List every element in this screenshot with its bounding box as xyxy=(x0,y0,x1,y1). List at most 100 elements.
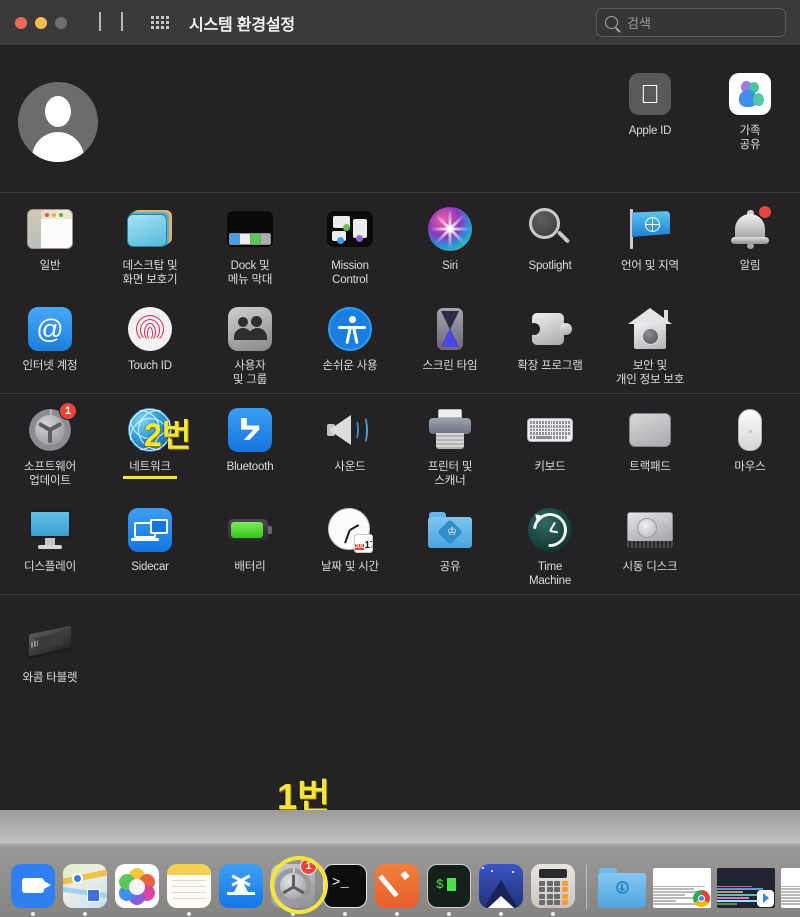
sharing-icon: ♔ xyxy=(428,512,472,548)
pref-label: 트랙패드 xyxy=(629,461,671,473)
display-icon xyxy=(27,510,73,550)
vscode-window-thumb xyxy=(717,867,775,908)
pref-label: 보안 및 개인 정보 보호 xyxy=(615,360,685,386)
pref-users-groups[interactable]: 사용자 및 그룹 xyxy=(200,293,300,393)
dock-item-downloads-folder[interactable] xyxy=(595,858,649,916)
pref-sharing[interactable]: ♔ 공유 xyxy=(400,494,500,594)
pref-dock-menubar[interactable]: Dock 및 메뉴 막대 xyxy=(200,193,300,293)
system-row-2: @ 인터넷 계정 Touch ID 사용자 및 그룹 손쉬운 사용 스크린 타임… xyxy=(0,293,800,393)
pref-software-update[interactable]: 1 소프트웨어 업데이트 xyxy=(0,394,100,494)
pref-keyboard[interactable]: 키보드 xyxy=(500,394,600,494)
pref-siri[interactable]: Siri xyxy=(400,193,500,293)
running-dot xyxy=(744,912,748,916)
pref-label: Touch ID xyxy=(128,360,172,372)
dock-item-chrome-window-2[interactable] xyxy=(779,858,800,916)
mission-control-icon xyxy=(327,211,373,247)
pref-label: Sidecar xyxy=(131,561,169,573)
pref-label: 손쉬운 사용 xyxy=(322,360,378,372)
pref-time-machine[interactable]: Time Machine xyxy=(500,494,600,594)
dock-item-iterm[interactable]: $ xyxy=(424,858,474,916)
running-dot xyxy=(551,911,555,916)
dock-item-sourcetree[interactable] xyxy=(476,858,526,916)
running-dot xyxy=(395,911,399,916)
pref-battery[interactable]: 배터리 xyxy=(200,494,300,594)
pref-bluetooth[interactable]: ᔭ Bluetooth xyxy=(200,394,300,494)
running-dot xyxy=(31,911,35,916)
printers-scanners-icon xyxy=(427,409,473,451)
pref-family-sharing[interactable]: 가족 공유 xyxy=(700,68,800,152)
dock-item-zoom[interactable] xyxy=(8,858,58,916)
dock-item-system-preferences[interactable]: 1 xyxy=(268,855,328,916)
third-party-row: 와콤 타블렛 xyxy=(0,595,800,692)
spotlight-icon xyxy=(528,207,572,251)
pref-date-time[interactable]: JUL17 날짜 및 시간 xyxy=(300,494,400,594)
pref-mission-control[interactable]: Mission Control xyxy=(300,193,400,293)
pref-sidecar[interactable]: Sidecar xyxy=(100,494,200,594)
dock-item-calculator[interactable] xyxy=(528,858,578,916)
dock-item-terminal[interactable]: >_ xyxy=(320,858,370,916)
zoom-button[interactable] xyxy=(55,16,67,29)
close-button[interactable] xyxy=(15,16,27,29)
wacom-tablet-icon xyxy=(27,624,73,658)
pref-extensions[interactable]: 확장 프로그램 xyxy=(500,293,600,393)
pref-internet-accounts[interactable]: @ 인터넷 계정 xyxy=(0,293,100,393)
dock-item-maps[interactable] xyxy=(60,858,110,916)
pref-accessibility[interactable]: 손쉬운 사용 xyxy=(300,293,400,393)
internet-accounts-icon: @ xyxy=(28,307,72,351)
pref-display[interactable]: 디스플레이 xyxy=(0,494,100,594)
pref-apple-id[interactable]:  Apple ID xyxy=(600,68,700,152)
pref-mouse[interactable]: 마우스 xyxy=(700,394,800,494)
pref-trackpad[interactable]: 트랙패드 xyxy=(600,394,700,494)
language-region-icon xyxy=(627,209,673,249)
dock-item-script-editor[interactable] xyxy=(372,858,422,916)
window-titlebar: 시스템 환경설정 검색 xyxy=(0,0,800,46)
dock-item-photos[interactable] xyxy=(112,858,162,916)
show-all-grid-icon[interactable] xyxy=(151,16,169,29)
system-section: 일반 데스크탑 및 화면 보호기 Dock 및 메뉴 막대 Mission Co… xyxy=(0,192,800,393)
forward-button[interactable] xyxy=(121,11,123,32)
pref-label: 프린터 및 스캐너 xyxy=(427,461,473,487)
pref-security-privacy[interactable]: 보안 및 개인 정보 보호 xyxy=(600,293,700,393)
running-dot xyxy=(135,912,139,916)
dock-item-vscode-window[interactable] xyxy=(715,858,777,916)
pref-general[interactable]: 일반 xyxy=(0,193,100,293)
pref-label: Mission Control xyxy=(331,260,369,286)
dock-item-chrome-window-1[interactable] xyxy=(651,858,713,916)
pref-screen-time[interactable]: 스크린 타임 xyxy=(400,293,500,393)
pref-wacom-tablet[interactable]: 와콤 타블렛 xyxy=(0,595,100,692)
pref-startup-disk[interactable]: 시동 디스크 xyxy=(600,494,700,594)
navigation-buttons xyxy=(99,11,123,32)
accessibility-icon xyxy=(328,307,372,351)
pref-label: 디스플레이 xyxy=(24,561,76,573)
search-field[interactable]: 검색 xyxy=(596,8,786,37)
pref-language-region[interactable]: 언어 및 지역 xyxy=(600,193,700,293)
pref-sound[interactable]: 사운드 xyxy=(300,394,400,494)
avatar[interactable] xyxy=(18,82,98,162)
pref-touch-id[interactable]: Touch ID xyxy=(100,293,200,393)
apple-logo-icon:  xyxy=(629,73,671,115)
back-button[interactable] xyxy=(99,11,101,32)
pref-spotlight[interactable]: Spotlight xyxy=(500,193,600,293)
dock-item-notes[interactable] xyxy=(164,858,214,916)
touch-id-icon xyxy=(128,307,172,351)
hardware-row-2: 디스플레이 Sidecar 배터리 JUL1 날짜 및 시간 ♔ 공유 Time… xyxy=(0,494,800,594)
search-placeholder: 검색 xyxy=(627,16,651,31)
pref-label: 공유 xyxy=(439,561,461,573)
dock-menubar-icon xyxy=(227,211,273,247)
status-badge xyxy=(758,205,772,219)
pref-printers-scanners[interactable]: 프린터 및 스캐너 xyxy=(400,394,500,494)
dock-item-app-store[interactable]: ▲ xyxy=(216,858,266,916)
pref-desktop-screensaver[interactable]: 데스크탑 및 화면 보호기 xyxy=(100,193,200,293)
preferences-body:  Apple ID 가족공유 xyxy=(0,46,800,842)
dock-badge: 1 xyxy=(300,857,317,875)
annotation-2: 2번 xyxy=(144,417,192,453)
pref-label: 확장 프로그램 xyxy=(517,360,583,372)
screen-time-icon xyxy=(430,307,470,351)
general-icon xyxy=(27,209,73,249)
family-sharing-icon xyxy=(729,73,771,115)
pref-label: 마우스 xyxy=(734,461,766,473)
running-dot xyxy=(187,911,191,916)
minimize-button[interactable] xyxy=(35,16,47,29)
pref-notifications[interactable]: 알림 xyxy=(700,193,800,293)
pref-label: Time Machine xyxy=(528,561,572,587)
